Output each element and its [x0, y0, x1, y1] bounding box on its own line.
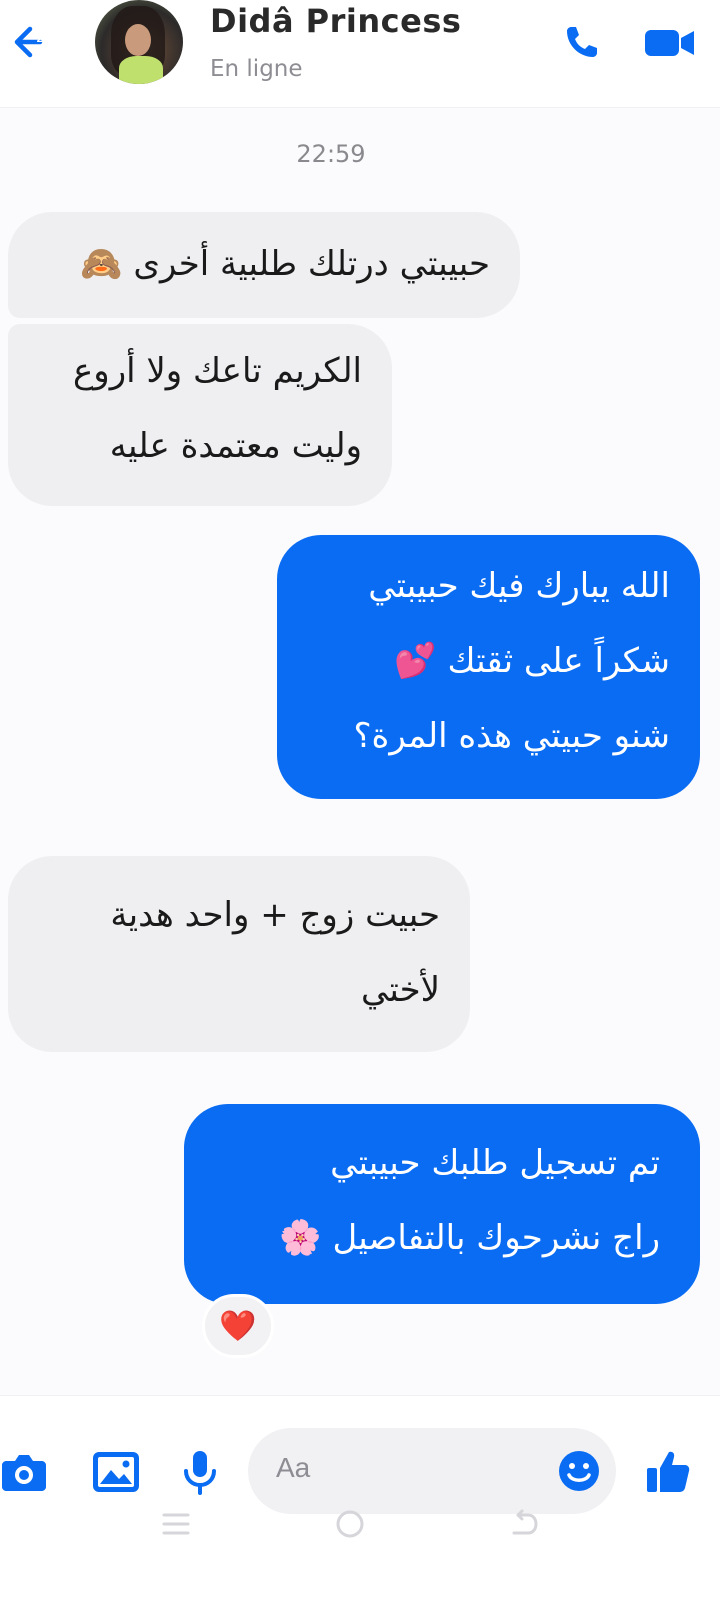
- message-line: شكراً على ثقتك 💕: [394, 641, 670, 681]
- contact-name[interactable]: Didâ Princess: [210, 2, 461, 40]
- message-input-placeholder: Aa: [276, 1452, 311, 1483]
- incoming-message[interactable]: الكريم تاعك ولا أروع وليت معتمدة عليه: [8, 324, 392, 506]
- like-button[interactable]: [640, 1444, 696, 1500]
- voice-call-button[interactable]: [556, 14, 608, 70]
- message-line: لأختي: [360, 970, 440, 1010]
- message-line: شنو حبيتي هذه المرة؟: [353, 716, 670, 756]
- home-button[interactable]: [326, 1504, 374, 1544]
- message-line: الكريم تاعك ولا أروع: [73, 351, 362, 391]
- camera-icon: [2, 1455, 46, 1491]
- thumbs-up-icon: [647, 1451, 690, 1492]
- back-nav-button[interactable]: [500, 1504, 548, 1544]
- recent-apps-button[interactable]: [152, 1504, 200, 1544]
- back-icon: [512, 1509, 538, 1535]
- message-line: راج نشرحوك بالتفاصيل 🌸: [279, 1218, 660, 1258]
- image-icon: [93, 1452, 139, 1492]
- message-line: الله يبارك فيك حبيبتي: [368, 566, 670, 606]
- menu-icon: [162, 1513, 190, 1535]
- message-line: تم تسجيل طلبك حبيبتي: [330, 1143, 660, 1183]
- camera-button[interactable]: [0, 1444, 52, 1500]
- microphone-icon: [184, 1451, 216, 1495]
- conversation-header: 20 Didâ Princess En ligne 4G: [0, 0, 720, 108]
- status-time: 20: [36, 28, 56, 46]
- heart-reaction-icon: ❤️: [219, 1308, 257, 1344]
- video-camera-icon: [645, 30, 694, 56]
- emoji-icon: [559, 1451, 599, 1491]
- message-timestamp: 22:59: [296, 140, 366, 168]
- message-line: حبيت زوج + واحد هدية: [110, 895, 440, 935]
- message-reaction[interactable]: ❤️: [202, 1294, 274, 1358]
- voice-message-button[interactable]: [172, 1444, 228, 1500]
- message-line: حبيبتي درتلك طلبية أخرى 🙈: [80, 244, 490, 284]
- emoji-button[interactable]: [556, 1448, 602, 1494]
- incoming-message[interactable]: حبيت زوج + واحد هدية لأختي: [8, 856, 470, 1052]
- contact-online-status: En ligne: [210, 56, 303, 82]
- message-line: وليت معتمدة عليه: [109, 426, 362, 466]
- contact-avatar[interactable]: [95, 0, 183, 84]
- home-icon: [336, 1510, 364, 1538]
- outgoing-message[interactable]: الله يبارك فيك حبيبتي شكراً على ثقتك 💕 ش…: [277, 535, 700, 799]
- video-call-button[interactable]: [638, 14, 702, 70]
- phone-icon: [567, 27, 597, 57]
- gallery-button[interactable]: [88, 1444, 144, 1500]
- incoming-message[interactable]: حبيبتي درتلك طلبية أخرى 🙈: [8, 212, 520, 318]
- outgoing-message[interactable]: تم تسجيل طلبك حبيبتي راج نشرحوك بالتفاصي…: [184, 1104, 700, 1304]
